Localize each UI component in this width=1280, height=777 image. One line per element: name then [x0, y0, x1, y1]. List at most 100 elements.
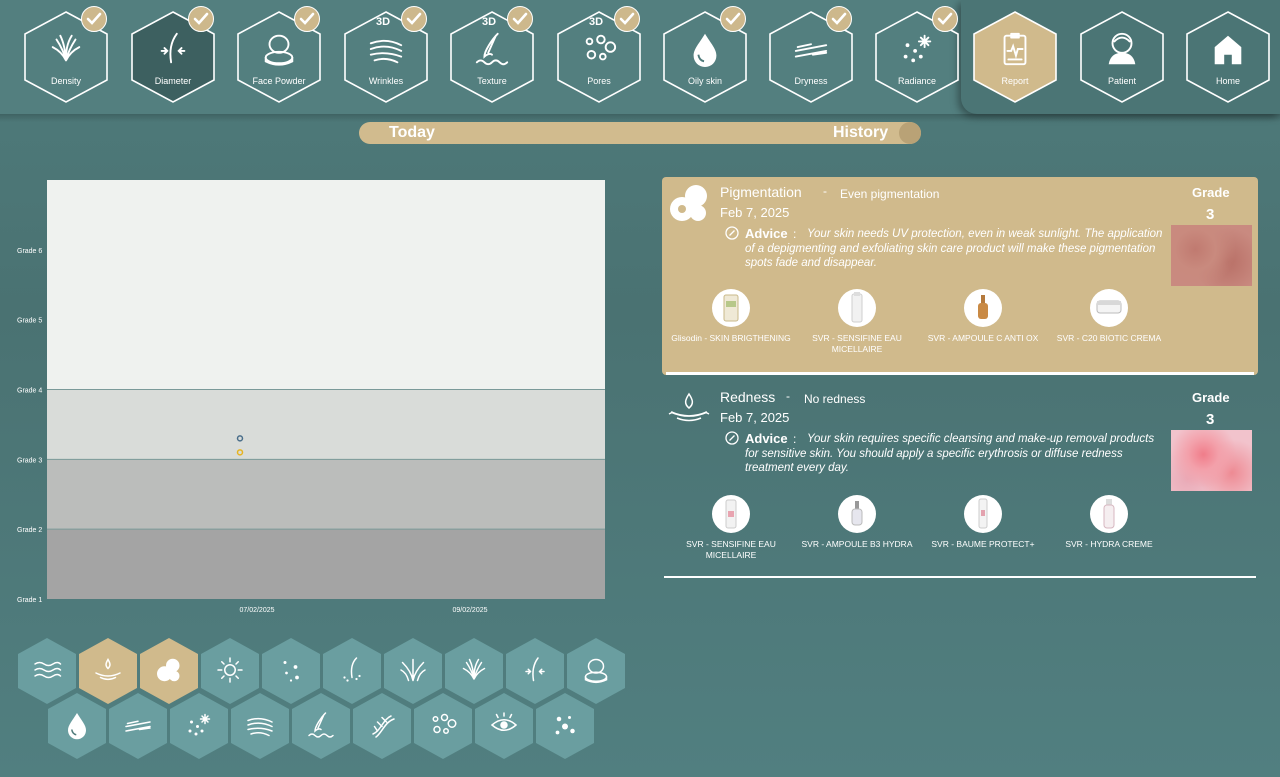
filter-texture-button[interactable]: [291, 692, 351, 760]
filter-icon: [367, 708, 397, 742]
product-item[interactable]: SVR - SENSIFINE EAU MICELLAIRE: [797, 289, 917, 355]
redness-skin-thumbnail[interactable]: [1171, 430, 1252, 491]
card-subtitle: No redness: [804, 392, 866, 406]
advice-text: Your skin needs UV protection, even in w…: [745, 228, 1163, 269]
nav-label: Texture: [477, 76, 507, 86]
product-image[interactable]: [712, 495, 750, 533]
nav-icon: [153, 30, 193, 68]
filter-dryness-button[interactable]: [108, 692, 168, 760]
filter-wrinkles-button[interactable]: [230, 692, 290, 760]
report-clipboard-icon: [1003, 32, 1027, 66]
product-item[interactable]: SVR - AMPOULE B3 HYDRA: [797, 495, 917, 550]
filter-icon: [550, 708, 580, 742]
filter-pores-button[interactable]: [413, 692, 473, 760]
today-label[interactable]: Today: [389, 124, 435, 142]
bubbles-icon: [555, 716, 575, 735]
card-divider: [664, 576, 1256, 578]
nav-item-patient[interactable]: Patient: [1079, 10, 1165, 104]
history-label[interactable]: History: [833, 124, 888, 142]
product-name: Glisodin - SKIN BRIGTHENING: [671, 333, 791, 343]
grade-band: [47, 389, 605, 460]
patient-icon: [1108, 32, 1136, 65]
texture-icon: [308, 712, 334, 738]
checkmark-icon: [614, 6, 640, 32]
nav-label: Radiance: [897, 76, 937, 86]
product-item[interactable]: SVR - SENSIFINE EAU MICELLAIRE: [671, 495, 791, 561]
nav-label: Oily skin: [687, 76, 722, 86]
hair-volume-icon: [400, 658, 426, 682]
checkmark-icon: [294, 6, 320, 32]
pigmentation-icon: [157, 658, 180, 682]
product-image[interactable]: [1090, 495, 1128, 533]
spots-icon: [283, 661, 299, 682]
filter-dna-button[interactable]: [352, 692, 412, 760]
filter-icon: [184, 708, 214, 742]
compact-powder-icon: [264, 34, 294, 66]
advice-icon: [725, 431, 739, 445]
product-image[interactable]: [964, 495, 1002, 533]
nav-icon: [685, 30, 725, 68]
nav-icon: [995, 30, 1035, 68]
grass-icon: [51, 34, 81, 62]
redness-icon: [95, 658, 121, 681]
filter-icon: [337, 653, 367, 687]
card-date: Feb 7, 2025: [720, 410, 790, 425]
product-image[interactable]: [1090, 289, 1128, 327]
pigmentation-skin-thumbnail[interactable]: [1171, 225, 1252, 286]
3d-tag: 3D: [589, 16, 604, 28]
advice-icon: [725, 226, 739, 240]
filter-eye-button[interactable]: [474, 692, 534, 760]
wrinkles-icon: [369, 39, 403, 64]
pores-icon: [585, 34, 617, 61]
nav-item-report[interactable]: Report: [972, 10, 1058, 104]
filter-icon: [581, 653, 611, 687]
card-title: Pigmentation: [720, 184, 802, 200]
nav-icon: [472, 30, 512, 68]
product-item[interactable]: SVR - BAUME PROTECT+: [923, 495, 1043, 550]
waves-icon: [34, 661, 62, 679]
grade-band: [47, 459, 605, 530]
product-item[interactable]: Glisodin - SKIN BRIGTHENING: [671, 289, 791, 344]
filter-icon: [398, 653, 428, 687]
grade-value: 3: [1206, 206, 1215, 223]
product-image[interactable]: [838, 495, 876, 533]
dna-icon: [372, 715, 395, 738]
dryness-icon: [125, 720, 151, 732]
dryness-icon: [794, 43, 828, 58]
product-item[interactable]: SVR - AMPOULE C ANTI OX: [923, 289, 1043, 344]
filter-icon: [154, 653, 184, 687]
nav-label: Pores: [587, 76, 611, 86]
product-image[interactable]: [712, 289, 750, 327]
nav-item-home[interactable]: Home: [1185, 10, 1271, 104]
wrinkles-icon: [247, 717, 273, 737]
grade-chart-svg: Grade 1 Grade 2 Grade 3 Grade 4 Grade 5 Grade…: [17, 180, 605, 614]
toggle-knob[interactable]: [899, 122, 921, 144]
y-tick-label: Grade 3: [17, 457, 42, 464]
grass-icon: [462, 658, 486, 680]
compact-powder-icon: [584, 658, 608, 684]
checkmark-icon: [507, 6, 533, 32]
product-name: SVR - AMPOULE B3 HYDRA: [801, 539, 913, 549]
filter-radiance-button[interactable]: [169, 692, 229, 760]
product-image[interactable]: [838, 289, 876, 327]
pores-icon: [432, 713, 457, 734]
product-image[interactable]: [964, 289, 1002, 327]
nav-label: Home: [1215, 76, 1240, 86]
filter-oil-drop-button[interactable]: [47, 692, 107, 760]
nav-icon: [897, 30, 937, 68]
filter-icon: [428, 708, 458, 742]
product-item[interactable]: SVR - C20 BIOTIC CREMA: [1049, 289, 1169, 344]
today-history-toggle[interactable]: Today History: [359, 122, 921, 144]
filter-icon: [306, 708, 336, 742]
3d-tag: 3D: [376, 16, 391, 28]
filter-icon: [276, 653, 306, 687]
grade-chart: Grade 1 Grade 2 Grade 3 Grade 4 Grade 5 Grade…: [0, 170, 620, 620]
oil-drop-icon: [693, 33, 717, 68]
product-name: SVR - SENSIFINE EAU MICELLAIRE: [812, 333, 902, 354]
product-item[interactable]: SVR - HYDRA CREME: [1049, 495, 1169, 550]
topbar-shadow: [0, 114, 1280, 122]
grade-label: Grade: [1192, 390, 1230, 405]
filter-bubbles-button[interactable]: [535, 692, 595, 760]
title-dash: -: [823, 184, 827, 198]
analysis-filter-grid: [0, 630, 640, 770]
